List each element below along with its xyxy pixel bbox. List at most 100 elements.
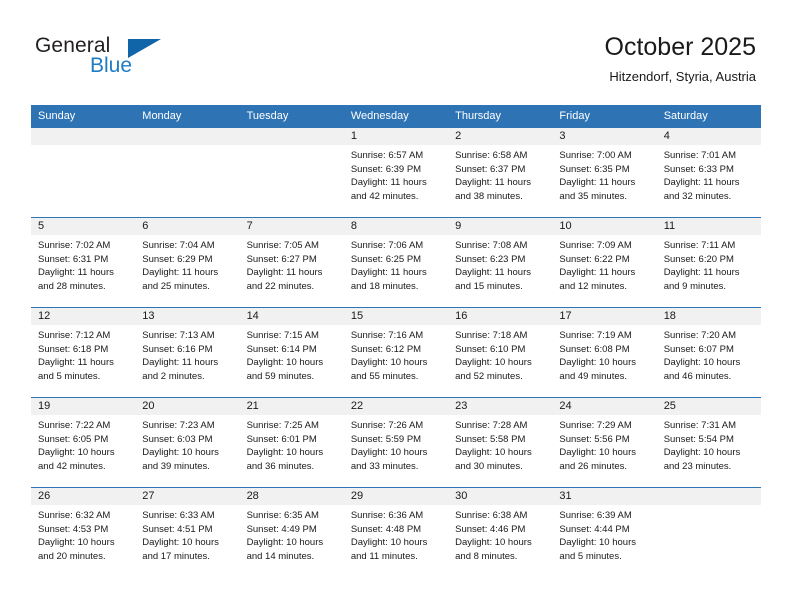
day-details: Sunrise: 7:00 AM Sunset: 6:35 PM Daylight:… bbox=[552, 145, 656, 203]
day-daylight-text: Daylight: 10 hours bbox=[559, 447, 636, 458]
day-details: Sunrise: 7:12 AM Sunset: 6:18 PM Daylight:… bbox=[31, 325, 135, 383]
day-sunset-text: Sunset: 4:51 PM bbox=[142, 523, 213, 535]
calendar-cell-day[interactable]: 7 Sunrise: 7:05 AM Sunset: 6:27 PM Daylight… bbox=[239, 217, 344, 308]
day-sunrise-text: Sunrise: 7:04 AM bbox=[142, 240, 215, 251]
weekday-header-row: Sunday Monday Tuesday Wednesday Thursday Frid… bbox=[31, 105, 761, 128]
day-sunset-text: Sunset: 5:58 PM bbox=[455, 433, 526, 445]
day-sunset-text: Sunset: 5:56 PM bbox=[559, 433, 630, 445]
day-number: 16 bbox=[448, 308, 553, 325]
general-blue-logo[interactable]: General Blue bbox=[35, 34, 235, 86]
day-number: 18 bbox=[656, 308, 761, 325]
day-number: 8 bbox=[343, 218, 449, 235]
day-daylight-text: and 55 minutes. bbox=[350, 370, 419, 382]
calendar-cell-empty bbox=[239, 127, 344, 218]
day-details: Sunrise: 7:13 AM Sunset: 6:16 PM Daylight:… bbox=[135, 325, 239, 383]
calendar-cell-day[interactable]: 18 Sunrise: 7:20 AM Sunset: 6:07 PM Dayligh… bbox=[656, 307, 761, 398]
calendar-cell-day[interactable]: 29 Sunrise: 6:36 AM Sunset: 4:48 PM Dayligh… bbox=[343, 487, 449, 578]
day-sunset-text: Sunset: 6:12 PM bbox=[350, 343, 422, 355]
day-cell: 10 Sunrise: 7:09 AM Sunset: 6:22 PM Dayligh… bbox=[552, 218, 657, 307]
day-daylight-text: and 9 minutes. bbox=[663, 280, 727, 292]
calendar-body: 1 Sunrise: 6:57 AM Sunset: 6:39 PM Daylight… bbox=[31, 127, 761, 578]
calendar-page: General Blue October 2025 Hitzendorf, St… bbox=[0, 0, 792, 612]
calendar-cell-day[interactable]: 8 Sunrise: 7:06 AM Sunset: 6:25 PM Daylight… bbox=[343, 217, 449, 308]
calendar-week-row: 5 Sunrise: 7:02 AM Sunset: 6:31 PM Daylight… bbox=[31, 217, 761, 308]
day-daylight-text: Daylight: 11 hours bbox=[559, 267, 636, 278]
calendar-cell-day[interactable]: 11 Sunrise: 7:11 AM Sunset: 6:20 PM Dayligh… bbox=[656, 217, 761, 308]
day-sunrise-text: Sunrise: 6:36 AM bbox=[350, 510, 424, 521]
calendar-cell-day[interactable]: 25 Sunrise: 7:31 AM Sunset: 5:54 PM Dayligh… bbox=[656, 397, 761, 488]
calendar-cell-day[interactable]: 28 Sunrise: 6:35 AM Sunset: 4:49 PM Dayligh… bbox=[239, 487, 344, 578]
day-number: 4 bbox=[656, 128, 761, 145]
day-details: Sunrise: 7:08 AM Sunset: 6:23 PM Daylight:… bbox=[448, 235, 552, 293]
day-daylight-text: Daylight: 11 hours bbox=[663, 267, 740, 278]
day-sunrise-text: Sunrise: 7:16 AM bbox=[350, 330, 424, 341]
calendar-cell-day[interactable]: 4 Sunrise: 7:01 AM Sunset: 6:33 PM Daylight… bbox=[656, 127, 761, 218]
day-daylight-text: Daylight: 10 hours bbox=[246, 447, 324, 458]
calendar-cell-day[interactable]: 19 Sunrise: 7:22 AM Sunset: 6:05 PM Dayligh… bbox=[31, 397, 136, 488]
calendar-week-row: 1 Sunrise: 6:57 AM Sunset: 6:39 PM Daylight… bbox=[31, 127, 761, 218]
calendar-cell-day[interactable]: 17 Sunrise: 7:19 AM Sunset: 6:08 PM Dayligh… bbox=[552, 307, 657, 398]
day-cell: 14 Sunrise: 7:15 AM Sunset: 6:14 PM Dayligh… bbox=[239, 308, 344, 397]
day-cell: 29 Sunrise: 6:36 AM Sunset: 4:48 PM Dayligh… bbox=[343, 488, 449, 577]
day-cell: 24 Sunrise: 7:29 AM Sunset: 5:56 PM Dayligh… bbox=[552, 398, 657, 487]
day-daylight-text: and 20 minutes. bbox=[38, 550, 106, 562]
calendar-cell-day[interactable]: 24 Sunrise: 7:29 AM Sunset: 5:56 PM Dayligh… bbox=[552, 397, 657, 488]
title-block: October 2025 Hitzendorf, Styria, Austria bbox=[605, 32, 757, 85]
day-details: Sunrise: 7:06 AM Sunset: 6:25 PM Daylight:… bbox=[344, 235, 448, 293]
day-number: 6 bbox=[135, 218, 240, 235]
day-number: 22 bbox=[343, 398, 449, 415]
day-number: 12 bbox=[31, 308, 136, 325]
calendar-cell-day[interactable]: 2 Sunrise: 6:58 AM Sunset: 6:37 PM Daylight… bbox=[448, 127, 553, 218]
day-daylight-text: Daylight: 11 hours bbox=[38, 267, 114, 278]
day-daylight-text: and 35 minutes. bbox=[559, 190, 628, 202]
day-cell: 3 Sunrise: 7:00 AM Sunset: 6:35 PM Daylight… bbox=[552, 128, 657, 217]
day-sunset-text: Sunset: 6:33 PM bbox=[663, 163, 734, 175]
day-sunrise-text: Sunrise: 6:32 AM bbox=[38, 510, 111, 521]
calendar-cell-day[interactable]: 21 Sunrise: 7:25 AM Sunset: 6:01 PM Dayligh… bbox=[239, 397, 344, 488]
calendar-cell-day[interactable]: 16 Sunrise: 7:18 AM Sunset: 6:10 PM Dayligh… bbox=[448, 307, 553, 398]
day-details: Sunrise: 7:31 AM Sunset: 5:54 PM Daylight:… bbox=[657, 415, 761, 473]
calendar-cell-day[interactable]: 15 Sunrise: 7:16 AM Sunset: 6:12 PM Dayligh… bbox=[343, 307, 449, 398]
calendar-cell-day[interactable]: 14 Sunrise: 7:15 AM Sunset: 6:14 PM Dayligh… bbox=[239, 307, 344, 398]
calendar-cell-day[interactable]: 27 Sunrise: 6:33 AM Sunset: 4:51 PM Dayligh… bbox=[135, 487, 240, 578]
day-details: Sunrise: 7:16 AM Sunset: 6:12 PM Daylight:… bbox=[344, 325, 448, 383]
calendar-cell-day[interactable]: 1 Sunrise: 6:57 AM Sunset: 6:39 PM Daylight… bbox=[343, 127, 449, 218]
calendar-cell-day[interactable]: 9 Sunrise: 7:08 AM Sunset: 6:23 PM Daylight… bbox=[448, 217, 553, 308]
calendar-cell-day[interactable]: 10 Sunrise: 7:09 AM Sunset: 6:22 PM Dayligh… bbox=[552, 217, 657, 308]
day-cell: 30 Sunrise: 6:38 AM Sunset: 4:46 PM Dayligh… bbox=[448, 488, 553, 577]
day-details: Sunrise: 7:01 AM Sunset: 6:33 PM Daylight:… bbox=[657, 145, 761, 203]
day-details: Sunrise: 6:58 AM Sunset: 6:37 PM Daylight:… bbox=[448, 145, 552, 203]
day-cell: 1 Sunrise: 6:57 AM Sunset: 6:39 PM Daylight… bbox=[343, 128, 449, 217]
day-sunset-text: Sunset: 5:59 PM bbox=[350, 433, 422, 445]
day-cell: 11 Sunrise: 7:11 AM Sunset: 6:20 PM Dayligh… bbox=[656, 218, 761, 307]
day-sunrise-text: Sunrise: 7:15 AM bbox=[246, 330, 319, 341]
day-daylight-text: and 14 minutes. bbox=[246, 550, 315, 562]
calendar-cell-day[interactable]: 12 Sunrise: 7:12 AM Sunset: 6:18 PM Dayligh… bbox=[31, 307, 136, 398]
logo-text-blue: Blue bbox=[90, 54, 133, 77]
calendar-cell-day[interactable]: 22 Sunrise: 7:26 AM Sunset: 5:59 PM Dayligh… bbox=[343, 397, 449, 488]
calendar-cell-day[interactable]: 30 Sunrise: 6:38 AM Sunset: 4:46 PM Dayligh… bbox=[448, 487, 553, 578]
calendar-cell-day[interactable]: 13 Sunrise: 7:13 AM Sunset: 6:16 PM Dayligh… bbox=[135, 307, 240, 398]
day-number: 5 bbox=[31, 218, 136, 235]
calendar-cell-day[interactable]: 6 Sunrise: 7:04 AM Sunset: 6:29 PM Daylight… bbox=[135, 217, 240, 308]
calendar-cell-day[interactable]: 5 Sunrise: 7:02 AM Sunset: 6:31 PM Daylight… bbox=[31, 217, 136, 308]
calendar-cell-day[interactable]: 26 Sunrise: 6:32 AM Sunset: 4:53 PM Dayligh… bbox=[31, 487, 136, 578]
day-sunset-text: Sunset: 6:10 PM bbox=[455, 343, 526, 355]
day-number: 15 bbox=[343, 308, 449, 325]
day-details: Sunrise: 7:15 AM Sunset: 6:14 PM Daylight:… bbox=[240, 325, 344, 383]
day-cell: 5 Sunrise: 7:02 AM Sunset: 6:31 PM Daylight… bbox=[31, 218, 136, 307]
weekday-header-saturday: Saturday bbox=[656, 105, 761, 128]
calendar-cell-day[interactable]: 20 Sunrise: 7:23 AM Sunset: 6:03 PM Dayligh… bbox=[135, 397, 240, 488]
calendar-cell-day[interactable]: 23 Sunrise: 7:28 AM Sunset: 5:58 PM Dayligh… bbox=[448, 397, 553, 488]
day-number: 10 bbox=[552, 218, 657, 235]
day-sunset-text: Sunset: 4:44 PM bbox=[559, 523, 630, 535]
day-daylight-text: Daylight: 10 hours bbox=[663, 357, 741, 368]
calendar-cell-day[interactable]: 3 Sunrise: 7:00 AM Sunset: 6:35 PM Daylight… bbox=[552, 127, 657, 218]
day-sunrise-text: Sunrise: 7:11 AM bbox=[663, 240, 736, 251]
day-daylight-text: Daylight: 10 hours bbox=[142, 537, 219, 548]
day-daylight-text: Daylight: 11 hours bbox=[455, 267, 531, 278]
calendar-cell-day[interactable]: 31 Sunrise: 6:39 AM Sunset: 4:44 PM Dayligh… bbox=[552, 487, 657, 578]
calendar-week-row: 26 Sunrise: 6:32 AM Sunset: 4:53 PM Dayligh… bbox=[31, 487, 761, 578]
day-number: 25 bbox=[656, 398, 761, 415]
day-sunset-text: Sunset: 5:54 PM bbox=[663, 433, 734, 445]
